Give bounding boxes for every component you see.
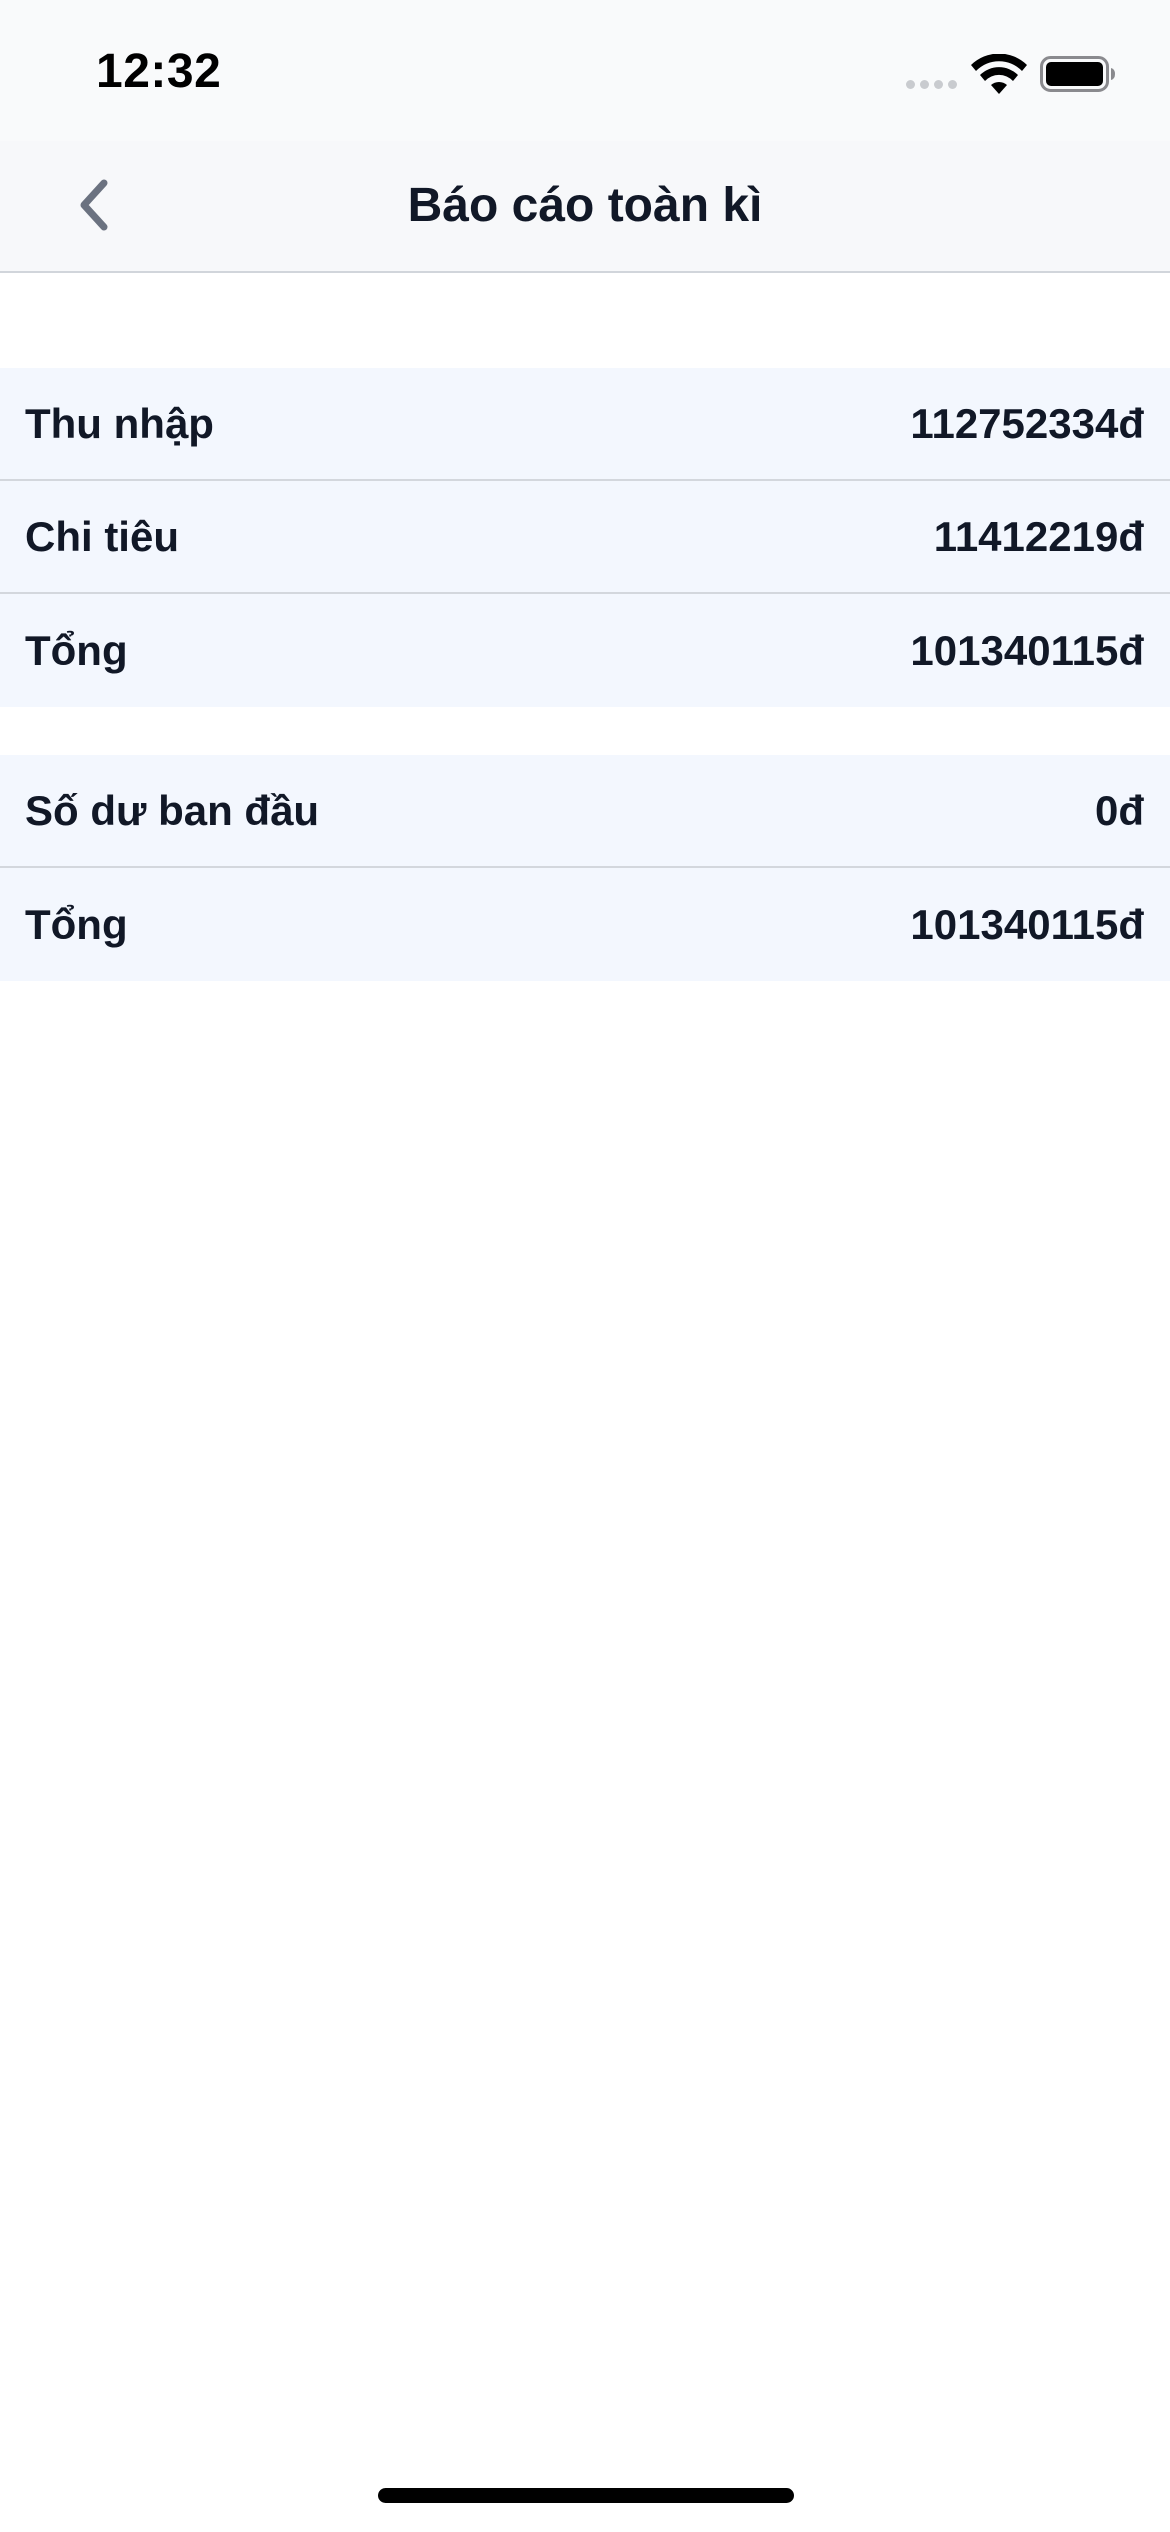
summary-section: Thu nhập 112752334đ Chi tiêu 11412219đ T… [0,368,1170,707]
balance-section: Số dư ban đầu 0đ Tổng 101340115đ [0,755,1170,981]
income-row: Thu nhập 112752334đ [0,368,1170,481]
income-value: 112752334đ [910,399,1144,447]
expense-row: Chi tiêu 11412219đ [0,481,1170,594]
back-button[interactable] [58,169,130,241]
summary-total-value: 101340115đ [910,626,1144,674]
initial-balance-label: Số dư ban đầu [25,786,320,834]
navigation-bar: Báo cáo toàn kì [0,141,1170,273]
cellular-signal-icon [906,80,958,90]
initial-balance-value: 0đ [1094,786,1144,834]
page-title: Báo cáo toàn kì [407,179,763,232]
expense-label: Chi tiêu [25,512,179,560]
home-indicator[interactable] [378,2488,794,2503]
expense-value: 11412219đ [933,512,1144,560]
initial-balance-row: Số dư ban đầu 0đ [0,755,1170,868]
battery-icon [1040,56,1115,92]
status-bar: 12:32 [0,0,1170,141]
status-time: 12:32 [96,45,222,98]
chevron-left-icon [80,179,108,231]
wifi-icon [971,54,1027,94]
balance-total-label: Tổng [25,900,128,948]
summary-total-row: Tổng 101340115đ [0,594,1170,707]
summary-total-label: Tổng [25,626,128,674]
income-label: Thu nhập [25,399,214,447]
balance-total-value: 101340115đ [910,900,1144,948]
balance-total-row: Tổng 101340115đ [0,868,1170,981]
